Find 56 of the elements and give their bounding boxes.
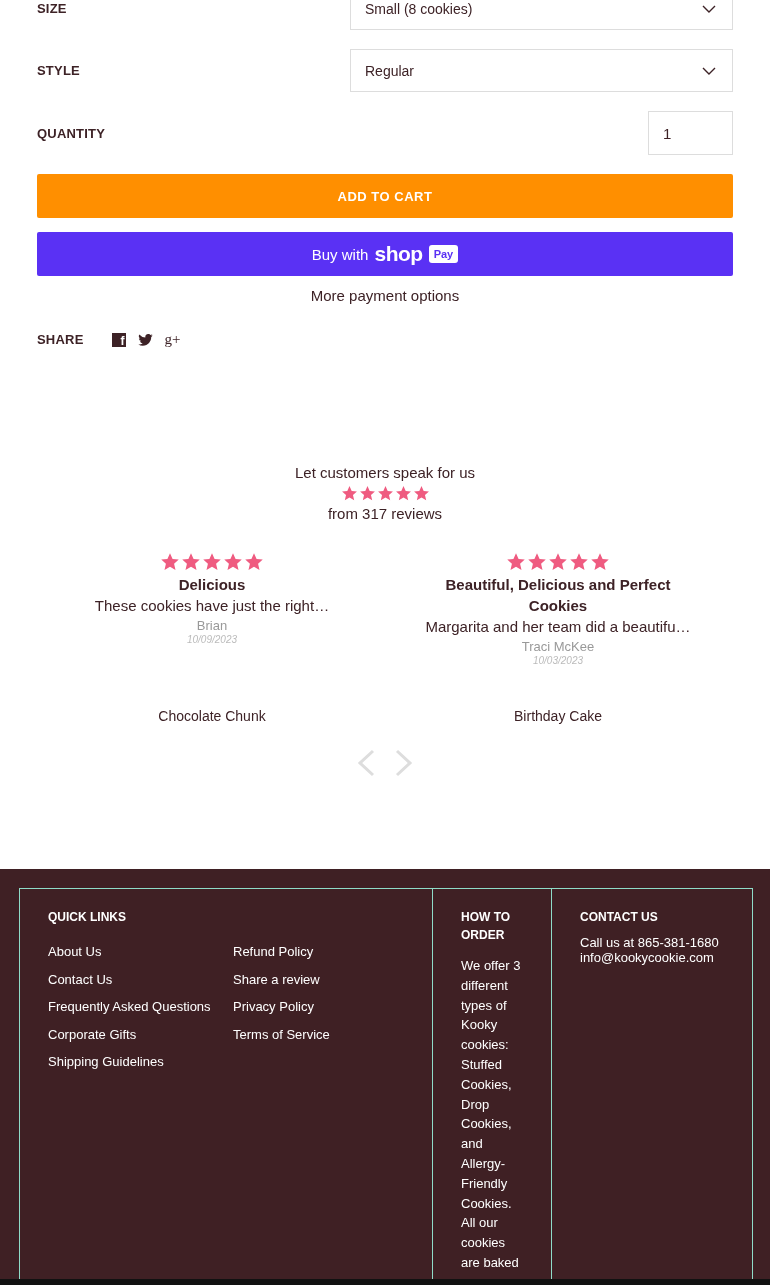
reviews-summary: from 317 reviews: [326, 504, 444, 524]
star-icon: [202, 552, 222, 572]
footer-link[interactable]: Terms of Service: [233, 1020, 404, 1048]
option-label: STYLE: [37, 63, 80, 78]
product-name: Birthday Cake: [514, 707, 602, 725]
quantity-field[interactable]: 1: [648, 111, 733, 155]
star-icon: [340, 485, 358, 502]
shop-pay-button[interactable]: Buy with shop Pay: [37, 232, 733, 276]
select-field[interactable]: Small (8 cookies): [350, 0, 733, 30]
footer-heading: HOW TO ORDER: [461, 909, 512, 944]
footer-link[interactable]: Share a review: [233, 965, 404, 993]
review-title: Beautiful, Delicious and Perfect Cookies: [444, 575, 672, 616]
star-icon: [244, 552, 264, 572]
star-icon: [358, 485, 376, 502]
contact-line: info@kookycookie.com: [580, 949, 715, 967]
star-icon: [412, 485, 430, 502]
share-label: SHARE: [37, 332, 84, 347]
product-name: Chocolate Chunk: [158, 707, 266, 725]
star-icon: [590, 552, 610, 572]
footer-link[interactable]: Corporate Gifts: [48, 1020, 233, 1048]
reviews-heading: Let customers speak for us: [293, 463, 477, 483]
option-label: SIZE: [37, 1, 67, 16]
footer-link[interactable]: Privacy Policy: [233, 993, 404, 1021]
chevron-down-icon: [702, 66, 716, 75]
more-payment-options-link[interactable]: More payment options: [310, 287, 460, 304]
star-icon: [506, 552, 526, 572]
how-to-order-text: We offer 3 different types of Kooky cookies: Stuffed Cookies, Drop Cookies, and Allergy-Friendly Cookies. All our cookies are baked: [461, 957, 522, 1272]
star-icon: [160, 552, 180, 572]
footer-link[interactable]: About Us: [48, 938, 233, 966]
bird-icon[interactable]: [137, 333, 153, 346]
google-plus-icon[interactable]: g+: [164, 332, 181, 347]
select-field[interactable]: Regular: [350, 49, 733, 92]
footer-link[interactable]: Contact Us: [48, 965, 233, 993]
footer-link[interactable]: Frequently Asked Questions: [48, 993, 233, 1021]
star-icon: [376, 485, 394, 502]
footer-heading: QUICK LINKS: [48, 909, 127, 926]
chevron-down-icon: [702, 4, 716, 13]
footer-heading: CONTACT US: [580, 909, 659, 926]
star-icon: [548, 552, 568, 572]
star-icon: [394, 485, 412, 502]
review-author: Brian: [196, 618, 228, 634]
contact-line: Call us at 865-381-1680: [580, 934, 720, 952]
review-date: 10/09/2023: [186, 634, 238, 646]
star-icon: [527, 552, 547, 572]
star-icon: [223, 552, 243, 572]
quantity-label: QUANTITY: [37, 125, 106, 141]
footer-link[interactable]: Refund Policy: [233, 938, 404, 966]
review-author: Traci McKee: [521, 639, 595, 655]
review-text: Margarita and her team did a beautifu…: [425, 617, 691, 637]
review-text: These cookies have just the right…: [94, 596, 330, 616]
facebook-icon[interactable]: f: [111, 332, 126, 347]
footer-link[interactable]: Shipping Guidelines: [48, 1048, 233, 1076]
review-title: Delicious: [178, 575, 246, 595]
star-icon: [569, 552, 589, 572]
review-date: 10/03/2023: [532, 655, 584, 667]
star-icon: [181, 552, 201, 572]
